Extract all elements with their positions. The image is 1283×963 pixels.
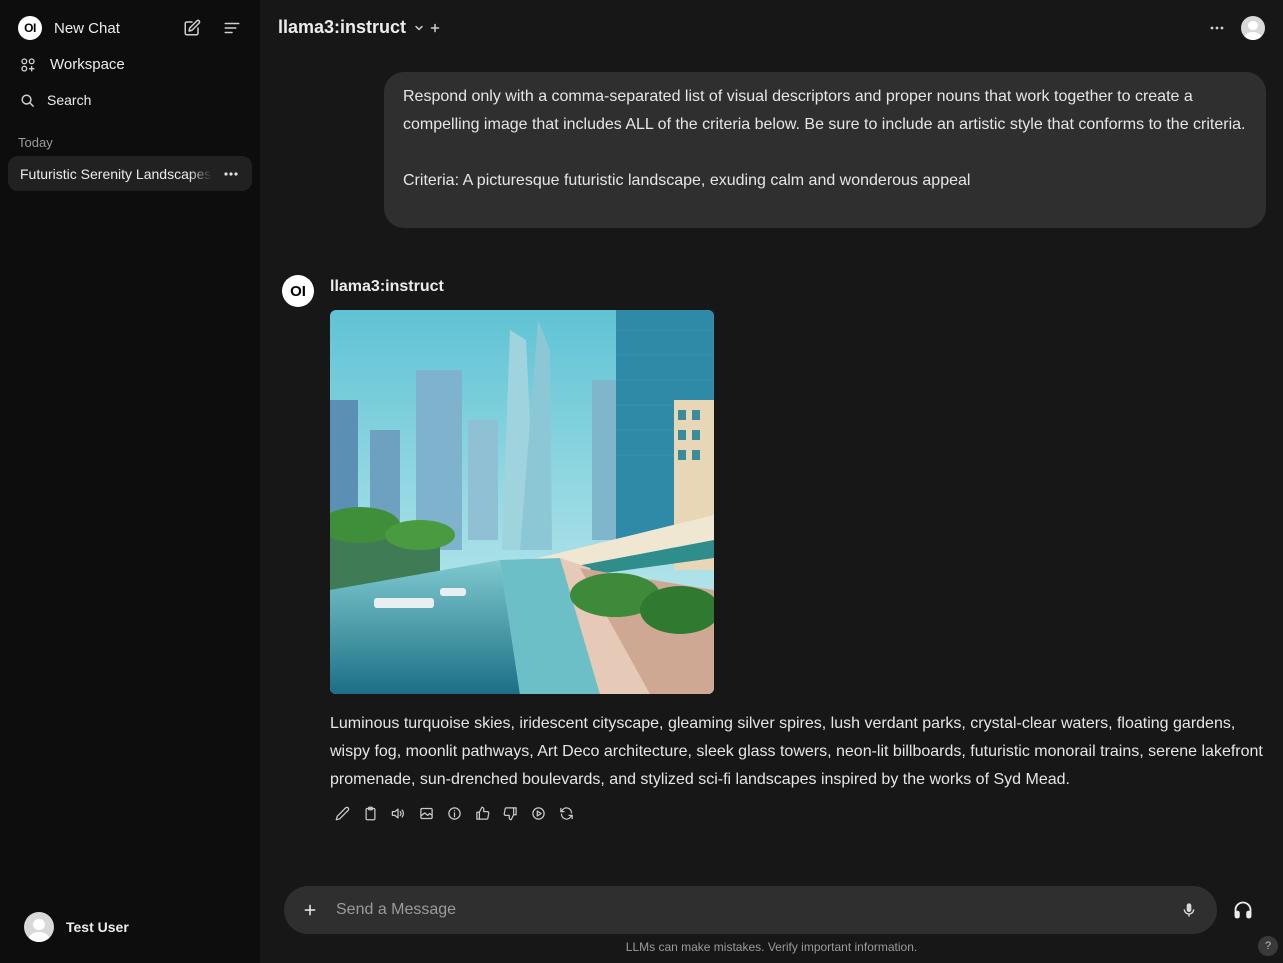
model-name: llama3:instruct: [278, 17, 407, 37]
message-input[interactable]: [336, 898, 1156, 922]
message-actions: [332, 802, 576, 824]
edit-icon[interactable]: [332, 802, 352, 824]
chat-list-item[interactable]: Futuristic Serenity Landscapes: [8, 156, 252, 191]
generated-image[interactable]: [330, 310, 714, 694]
workspace-link[interactable]: Workspace: [20, 56, 125, 73]
user-message: Respond only with a comma-separated list…: [384, 72, 1266, 228]
microphone-icon[interactable]: [1177, 898, 1201, 922]
sidebar: OI New Chat Workspace Search Today Futur…: [0, 0, 260, 963]
user-message-text: Respond only with a comma-separated list…: [403, 88, 1246, 133]
search-link[interactable]: Search: [20, 92, 91, 108]
copy-icon[interactable]: [360, 802, 380, 824]
workspace-label: Workspace: [50, 56, 125, 73]
help-button[interactable]: ?: [1258, 936, 1278, 956]
search-icon: [21, 93, 34, 107]
workspace-icon: [21, 57, 35, 72]
model-selector[interactable]: llama3:instruct: [278, 17, 406, 38]
read-aloud-icon[interactable]: [388, 802, 408, 824]
new-chat-link[interactable]: OI New Chat: [18, 16, 120, 40]
search-label: Search: [47, 92, 92, 108]
assistant-response: Luminous turquoise skies, iridescent cit…: [330, 715, 1263, 788]
profile-avatar: [1241, 16, 1265, 40]
sidebar-toggle-icon[interactable]: [220, 16, 244, 40]
user-name: Test User: [66, 919, 129, 935]
continue-icon[interactable]: [528, 802, 548, 824]
plus-icon[interactable]: [298, 898, 322, 922]
chat-options-icon[interactable]: [222, 165, 240, 183]
thumbs-up-icon[interactable]: [472, 802, 492, 824]
chat-item-title: Futuristic Serenity Landscapes: [20, 165, 212, 182]
main-panel: llama3:instruct Respond only with a comm…: [260, 0, 1283, 963]
regenerate-icon[interactable]: [556, 802, 576, 824]
info-icon[interactable]: [444, 802, 464, 824]
generate-image-icon[interactable]: [416, 802, 436, 824]
app-logo: OI: [18, 16, 42, 40]
disclaimer: LLMs can make mistakes. Verify important…: [625, 940, 918, 954]
new-chat-label: New Chat: [54, 19, 120, 37]
thumbs-down-icon[interactable]: [500, 802, 520, 824]
more-options-icon[interactable]: [1205, 16, 1229, 40]
assistant-avatar: OI: [282, 275, 314, 307]
user-menu[interactable]: Test User: [24, 912, 129, 942]
compose-icon[interactable]: [180, 16, 204, 40]
user-avatar: [24, 912, 54, 942]
add-model-icon[interactable]: [423, 16, 447, 40]
section-today: Today: [18, 135, 53, 150]
user-message-criteria: Criteria: A picturesque futuristic lands…: [403, 172, 971, 189]
assistant-name: llama3:instruct: [330, 278, 444, 295]
headphones-icon[interactable]: [1231, 898, 1255, 922]
message-composer: [284, 886, 1217, 934]
header-avatar[interactable]: [1241, 16, 1265, 40]
